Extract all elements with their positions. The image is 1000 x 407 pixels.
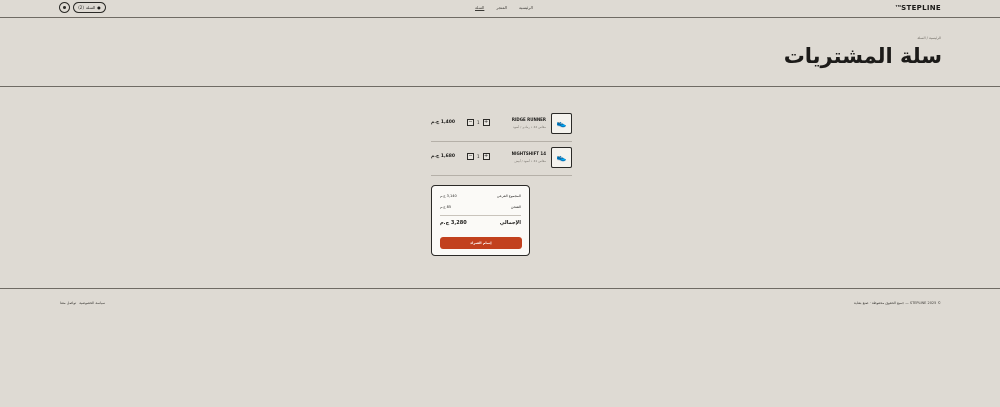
- subtotal-label: المجموع الفرعي: [496, 194, 521, 198]
- total-label: الإجمالي: [499, 220, 521, 226]
- nav-shop[interactable]: المتجر: [496, 5, 507, 10]
- cart-label: السلة: [85, 5, 96, 10]
- item-divider: [431, 141, 572, 142]
- theme-toggle-icon[interactable]: [59, 2, 70, 13]
- item-price: 1,400 ج.م: [431, 120, 456, 125]
- item-meta: مقاس 41 • أسود / أبيض: [514, 159, 546, 163]
- brand-logo[interactable]: TMSTEPLINE: [896, 4, 941, 12]
- cart-icon: ●: [97, 5, 101, 10]
- summary-divider: [440, 215, 521, 216]
- subtotal-value: 3,140 ج.م: [440, 194, 457, 198]
- footer-link-contact[interactable]: تواصل معنا: [60, 301, 76, 305]
- item-name[interactable]: RIDGE RUNNER: [512, 117, 546, 122]
- top-navbar: TMSTEPLINE الرئيسية المتجر السلة ● السلة…: [0, 0, 1000, 18]
- nav-home[interactable]: الرئيسية: [519, 5, 533, 10]
- cart-item: 👟 NIGHTSHIFT 14 مقاس 41 • أسود / أبيض − …: [431, 147, 572, 175]
- quantity-stepper: − 1 +: [467, 119, 490, 126]
- increase-button[interactable]: +: [482, 153, 490, 160]
- increase-button[interactable]: +: [482, 119, 490, 126]
- item-name[interactable]: NIGHTSHIFT 14: [512, 151, 546, 156]
- item-meta: مقاس 42 • رمادي / أسود: [513, 125, 546, 129]
- footer-links: سياسة الخصوصية تواصل معنا: [60, 301, 105, 305]
- quantity-value: 1: [477, 154, 480, 159]
- cart-item: 👟 RIDGE RUNNER مقاس 42 • رمادي / أسود − …: [431, 113, 572, 141]
- decrease-button[interactable]: −: [467, 153, 474, 160]
- quantity-stepper: − 1 +: [467, 153, 490, 160]
- subtotal-row: المجموع الفرعي 3,140 ج.م: [440, 194, 521, 198]
- item-divider: [431, 175, 572, 176]
- order-summary: المجموع الفرعي 3,140 ج.م الشحن 85 ج.م ال…: [431, 185, 530, 256]
- logo-text: STEPLINE: [901, 4, 941, 12]
- shoe-icon[interactable]: 👟: [551, 147, 572, 168]
- checkout-button[interactable]: إتمام الشراء: [440, 237, 522, 249]
- header-divider: [0, 86, 1000, 87]
- footer-link-privacy[interactable]: سياسة الخصوصية: [79, 301, 105, 305]
- item-price: 1,680 ج.م: [431, 154, 456, 159]
- shoe-icon[interactable]: 👟: [551, 113, 572, 134]
- shipping-label: الشحن: [510, 205, 521, 209]
- total-row: الإجمالي 3,280 ج.م: [440, 220, 521, 226]
- cart-button[interactable]: ● السلة (2): [73, 2, 106, 13]
- shipping-row: الشحن 85 ج.م: [440, 205, 521, 209]
- nav-cart[interactable]: السلة: [475, 5, 484, 10]
- total-value: 3,280 ج.م: [440, 220, 467, 226]
- shipping-value: 85 ج.م: [440, 205, 452, 209]
- page-title: سلة المشتريات: [783, 44, 942, 68]
- footer-divider: [0, 288, 1000, 289]
- main-nav: الرئيسية المتجر السلة: [475, 5, 533, 10]
- quantity-value: 1: [477, 120, 480, 125]
- breadcrumb: الرئيسية / السلة: [917, 36, 941, 40]
- cart-count: (2): [78, 5, 84, 10]
- footer-copyright: © STEPLINE 2025 — جميع الحقوق محفوظة · ص…: [853, 301, 941, 305]
- decrease-button[interactable]: −: [467, 119, 474, 126]
